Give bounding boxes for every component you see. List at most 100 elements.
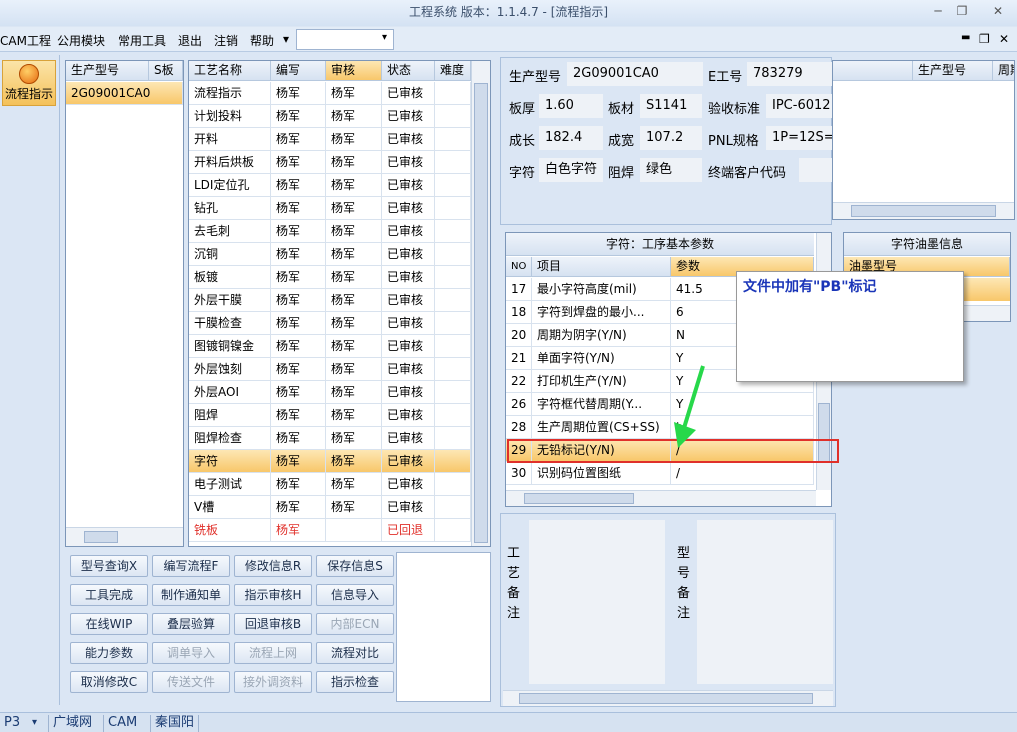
param-row-item[interactable]: 生产周期位置(CS+SS) xyxy=(532,416,671,439)
process-row-difficulty[interactable] xyxy=(435,358,471,381)
process-row-cell[interactable]: 杨军 xyxy=(326,174,382,197)
menu-common-module[interactable]: 公用模块 xyxy=(57,32,105,49)
param-row-item[interactable]: 最小字符高度(mil) xyxy=(532,278,671,301)
param-row-no[interactable]: 22 xyxy=(506,370,532,393)
customer-value[interactable] xyxy=(799,158,833,182)
action-button[interactable]: 流程对比 xyxy=(316,642,394,664)
col-header-review[interactable]: 审核 xyxy=(326,61,382,81)
process-row-name[interactable]: 干膜检查 xyxy=(189,312,271,335)
param-row-no[interactable]: 20 xyxy=(506,324,532,347)
process-row-name[interactable]: 阻焊检查 xyxy=(189,427,271,450)
action-button[interactable]: 制作通知单 xyxy=(152,584,230,606)
process-row-cell[interactable]: 已审核 xyxy=(382,220,435,243)
process-row-cell[interactable]: 杨军 xyxy=(326,197,382,220)
restore-button[interactable]: ❐ xyxy=(951,3,973,19)
process-row-difficulty[interactable] xyxy=(435,266,471,289)
process-row-cell[interactable]: 杨军 xyxy=(326,151,382,174)
param-row-no[interactable]: 30 xyxy=(506,462,532,485)
process-row-name[interactable]: 阻焊 xyxy=(189,404,271,427)
action-button[interactable]: 指示检查 xyxy=(316,671,394,693)
process-row-cell[interactable]: 已审核 xyxy=(382,404,435,427)
process-row-name[interactable]: 沉铜 xyxy=(189,243,271,266)
right-hscroll[interactable] xyxy=(833,202,1014,219)
process-row-cell[interactable]: 已审核 xyxy=(382,105,435,128)
scroll-thumb[interactable] xyxy=(851,205,996,217)
process-row-cell[interactable]: 已审核 xyxy=(382,427,435,450)
process-row-cell[interactable]: 杨军 xyxy=(271,312,326,335)
process-row-name[interactable]: 外层AOI xyxy=(189,381,271,404)
process-row-difficulty[interactable] xyxy=(435,128,471,151)
process-row-difficulty[interactable] xyxy=(435,197,471,220)
action-button[interactable]: 保存信息S xyxy=(316,555,394,577)
process-row-cell[interactable]: 杨军 xyxy=(326,404,382,427)
process-row-name[interactable]: 电子测试 xyxy=(189,473,271,496)
mdi-restore-button[interactable]: ❐ xyxy=(979,32,990,46)
col-header-item[interactable]: 项目 xyxy=(532,257,671,277)
process-row-difficulty[interactable] xyxy=(435,450,471,473)
process-row-cell[interactable]: 杨军 xyxy=(271,404,326,427)
process-row-name[interactable]: 钻孔 xyxy=(189,197,271,220)
process-row-cell[interactable]: 已审核 xyxy=(382,358,435,381)
action-button[interactable]: 型号查询X xyxy=(70,555,148,577)
process-row-cell[interactable]: 杨军 xyxy=(271,266,326,289)
part-row[interactable]: 2G09001CA0 xyxy=(66,82,183,105)
col-header-empty[interactable] xyxy=(833,61,913,81)
menu-exit[interactable]: 退出 xyxy=(178,32,202,49)
param-row-value[interactable]: / xyxy=(671,462,814,485)
menu-overflow-icon[interactable]: ▾ xyxy=(283,32,289,46)
process-row-cell[interactable]: 杨军 xyxy=(271,519,326,542)
process-row-cell[interactable]: 已审核 xyxy=(382,450,435,473)
process-row-cell[interactable]: 已审核 xyxy=(382,473,435,496)
col-header-model[interactable]: 生产型号 xyxy=(66,61,149,81)
param-row-item[interactable]: 单面字符(Y/N) xyxy=(532,347,671,370)
model-note-field[interactable] xyxy=(697,520,833,684)
process-row-difficulty[interactable] xyxy=(435,519,471,542)
part-hscroll[interactable] xyxy=(66,527,183,546)
action-button[interactable]: 回退审核B xyxy=(234,613,312,635)
scroll-thumb[interactable] xyxy=(524,493,634,504)
col-header-difficulty[interactable]: 难度 xyxy=(435,61,471,81)
process-row-name[interactable]: LDI定位孔 xyxy=(189,174,271,197)
process-vscroll[interactable] xyxy=(471,61,490,546)
pnl-value[interactable]: 1P=12S= xyxy=(766,126,833,150)
close-button[interactable]: ✕ xyxy=(987,3,1009,19)
process-note-field[interactable] xyxy=(529,520,665,684)
process-row-name[interactable]: 板镀 xyxy=(189,266,271,289)
process-row-name[interactable]: V槽 xyxy=(189,496,271,519)
param-row-item[interactable]: 打印机生产(Y/N) xyxy=(532,370,671,393)
process-row-cell[interactable]: 杨军 xyxy=(271,289,326,312)
prod-model-value[interactable]: 2G09001CA0 xyxy=(567,62,703,86)
action-button[interactable]: 流程上网 xyxy=(234,642,312,664)
process-row-cell[interactable]: 已审核 xyxy=(382,312,435,335)
process-row-cell[interactable]: 杨军 xyxy=(271,381,326,404)
flow-indicator-button[interactable]: 流程指示 xyxy=(2,60,56,106)
process-row-name[interactable]: 开料 xyxy=(189,128,271,151)
standard-value[interactable]: IPC-6012 xyxy=(766,94,833,118)
width-value[interactable]: 107.2 xyxy=(640,126,702,150)
process-row-cell[interactable]: 杨军 xyxy=(271,427,326,450)
process-row-cell[interactable]: 已审核 xyxy=(382,243,435,266)
process-row-cell[interactable]: 已审核 xyxy=(382,197,435,220)
action-button[interactable]: 取消修改C xyxy=(70,671,148,693)
process-row-cell[interactable]: 杨军 xyxy=(271,128,326,151)
action-button[interactable]: 信息导入 xyxy=(316,584,394,606)
process-row-difficulty[interactable] xyxy=(435,496,471,519)
process-row-name[interactable]: 图镀铜镍金 xyxy=(189,335,271,358)
param-hscroll[interactable] xyxy=(506,490,816,506)
process-row-cell[interactable]: 杨军 xyxy=(326,312,382,335)
process-row-cell[interactable]: 已审核 xyxy=(382,289,435,312)
process-row-cell[interactable]: 已审核 xyxy=(382,335,435,358)
process-row-cell[interactable]: 杨军 xyxy=(326,473,382,496)
process-row-cell[interactable]: 杨军 xyxy=(326,335,382,358)
param-row-no[interactable]: 21 xyxy=(506,347,532,370)
process-row-difficulty[interactable] xyxy=(435,404,471,427)
param-row-no[interactable]: 26 xyxy=(506,393,532,416)
process-row-name[interactable]: 去毛刺 xyxy=(189,220,271,243)
process-row-name[interactable]: 铣板 xyxy=(189,519,271,542)
action-button[interactable]: 叠层验算 xyxy=(152,613,230,635)
action-button[interactable]: 调单导入 xyxy=(152,642,230,664)
process-row-cell[interactable]: 杨军 xyxy=(326,381,382,404)
mask-value[interactable]: 绿色 xyxy=(640,158,702,182)
char-value[interactable]: 白色字符 xyxy=(539,158,603,182)
process-row-difficulty[interactable] xyxy=(435,335,471,358)
